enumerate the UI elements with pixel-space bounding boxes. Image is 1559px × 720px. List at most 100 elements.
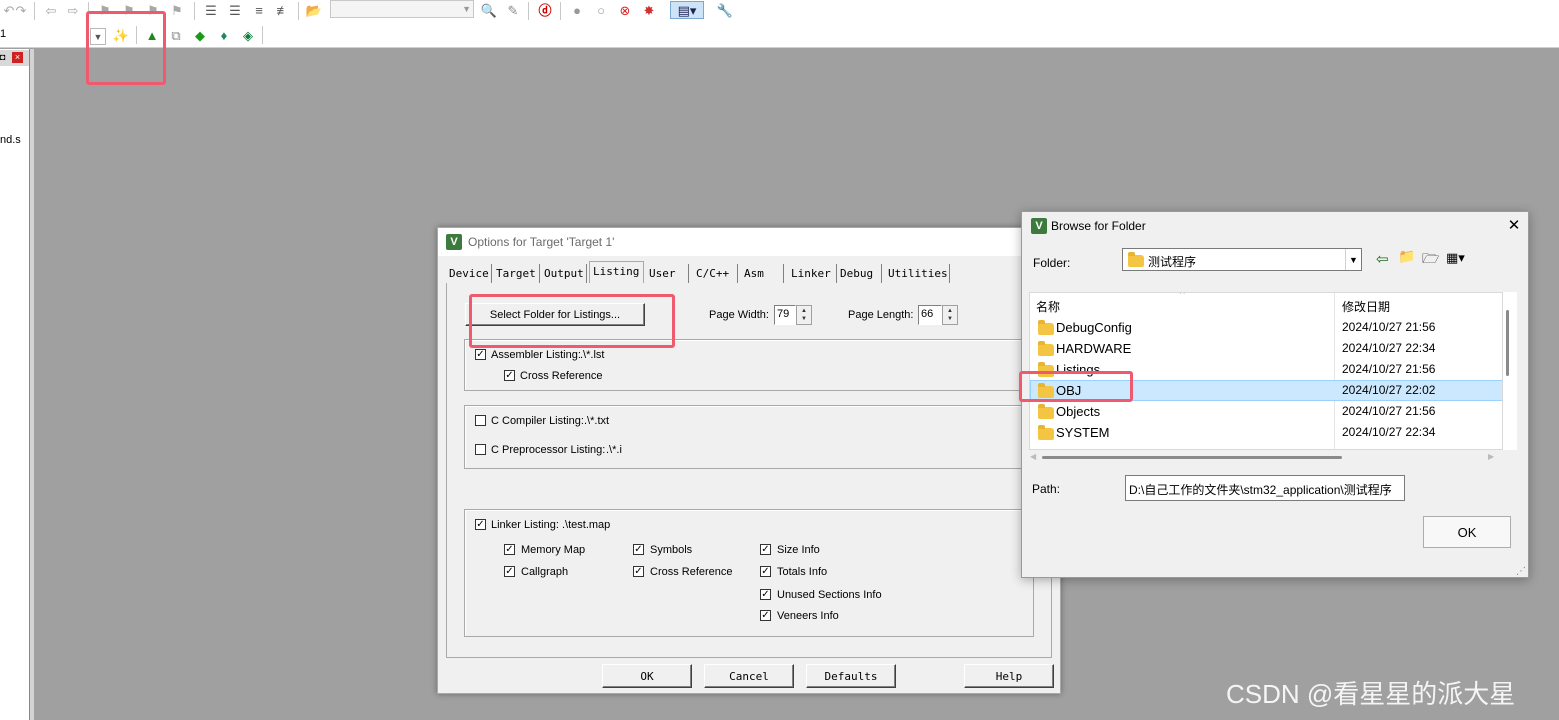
toolbar-separator: [194, 2, 195, 20]
unused-sections-info-checkbox[interactable]: ✓: [760, 589, 771, 600]
tab-output[interactable]: Output: [544, 264, 587, 283]
comment-icon[interactable]: ≡: [250, 1, 268, 19]
open-file-icon[interactable]: 📂: [305, 1, 323, 19]
manage-components-icon[interactable]: ◆: [191, 26, 209, 44]
find-combo[interactable]: ▼: [330, 0, 474, 18]
folder-list[interactable]: ^ 名称 修改日期 DebugConfig 2024/10/27 21:56 H…: [1029, 292, 1503, 450]
resize-grip-icon[interactable]: ⋰: [1516, 566, 1526, 577]
select-folder-for-listings-button[interactable]: Select Folder for Listings...: [465, 303, 645, 326]
tab-asm[interactable]: Asm: [744, 264, 784, 283]
uncomment-icon[interactable]: ≢: [274, 1, 292, 19]
tab-target[interactable]: Target: [496, 264, 540, 283]
bookmark-icon[interactable]: ⚑: [96, 1, 114, 19]
symbols-checkbox[interactable]: ✓: [633, 544, 644, 555]
list-item[interactable]: HARDWARE 2024/10/27 22:34: [1030, 338, 1502, 359]
redo-icon[interactable]: ↷: [12, 1, 30, 19]
forward-icon[interactable]: ⇨: [64, 1, 82, 19]
dialog-title-bar[interactable]: V Options for Target 'Target 1': [438, 228, 1060, 256]
list-item-selected[interactable]: OBJ 2024/10/27 22:02: [1030, 380, 1502, 401]
page-width-input[interactable]: 79: [774, 305, 796, 325]
list-item[interactable]: DebugConfig 2024/10/27 21:56: [1030, 317, 1502, 338]
list-item-date: 2024/10/27 21:56: [1342, 404, 1436, 418]
tab-c-cpp[interactable]: C/C++: [696, 264, 738, 283]
assembler-listing-checkbox[interactable]: ✓: [475, 349, 486, 360]
tab-linker[interactable]: Linker: [791, 264, 837, 283]
breakpoint-icon[interactable]: ●: [568, 1, 586, 19]
target-combo-value[interactable]: 1: [0, 28, 6, 40]
scroll-left-icon[interactable]: ◀: [1030, 452, 1036, 461]
tab-debug[interactable]: Debug: [840, 264, 882, 283]
memory-map-checkbox[interactable]: ✓: [504, 544, 515, 555]
indent-icon[interactable]: ☰: [202, 1, 220, 19]
tab-user[interactable]: User: [649, 264, 689, 283]
linker-listing-checkbox[interactable]: ✓: [475, 519, 486, 530]
list-item-date: 2024/10/27 22:34: [1342, 341, 1436, 355]
browse-for-folder-dialog: V Browse for Folder ✕ Folder: 测试程序 ▼ ⇦ 📁…: [1021, 211, 1529, 578]
list-item[interactable]: Listings 2024/10/27 21:56: [1030, 359, 1502, 380]
view-menu-icon[interactable]: ▦▾: [1446, 250, 1465, 266]
tab-utilities[interactable]: Utilities: [888, 264, 950, 283]
defaults-button[interactable]: Defaults: [806, 664, 896, 688]
close-icon[interactable]: ×: [12, 52, 23, 63]
breakpoint-disabled-icon[interactable]: ○: [592, 1, 610, 19]
linker-cross-reference-checkbox[interactable]: ✓: [633, 566, 644, 577]
tab-listing[interactable]: Listing: [589, 261, 644, 284]
incremental-find-icon[interactable]: ✎: [504, 1, 522, 19]
breakpoints-disable-all-icon[interactable]: ⊗: [616, 1, 634, 19]
pack-installer-icon[interactable]: ♦: [215, 26, 233, 44]
window-layout-icon[interactable]: ▤▾: [670, 1, 704, 19]
breakpoints-kill-all-icon[interactable]: ✸: [640, 1, 658, 19]
callgraph-checkbox[interactable]: ✓: [504, 566, 515, 577]
magic-wand-icon[interactable]: ✨: [112, 26, 130, 44]
toolbar-separator: [136, 26, 137, 44]
horizontal-scrollbar-thumb[interactable]: [1042, 456, 1342, 459]
page-length-input[interactable]: 66: [918, 305, 942, 325]
bookmark-clear-icon[interactable]: ⚑: [168, 1, 186, 19]
list-item[interactable]: SYSTEM 2024/10/27 22:34: [1030, 422, 1502, 443]
cancel-button[interactable]: Cancel: [704, 664, 794, 688]
page-length-spinner[interactable]: ▲ ▼: [942, 305, 958, 325]
splitter[interactable]: [30, 49, 34, 720]
up-folder-icon[interactable]: 📁: [1398, 248, 1416, 264]
ok-button[interactable]: OK: [602, 664, 692, 688]
page-width-spinner[interactable]: ▲ ▼: [796, 305, 812, 325]
size-info-checkbox[interactable]: ✓: [760, 544, 771, 555]
ok-button[interactable]: OK: [1423, 516, 1511, 548]
outdent-icon[interactable]: ☰: [226, 1, 244, 19]
c-compiler-listing-checkbox[interactable]: [475, 415, 486, 426]
pin-icon[interactable]: ◘: [0, 52, 8, 62]
scroll-right-icon[interactable]: ▶: [1488, 452, 1494, 461]
path-input[interactable]: D:\自己工作的文件夹\stm32_application\测试程序: [1125, 475, 1405, 501]
new-folder-icon[interactable]: 🗁: [1422, 248, 1440, 266]
settings-icon[interactable]: 🔧: [716, 1, 734, 19]
c-compiler-listing-value: .\*.txt: [584, 415, 610, 427]
bookmark-prev-icon[interactable]: ⚑: [120, 1, 138, 19]
folder-combo[interactable]: 测试程序: [1122, 248, 1362, 271]
list-item-name: OBJ: [1056, 383, 1082, 398]
tab-device[interactable]: Device: [449, 264, 492, 283]
column-name-header[interactable]: 名称: [1036, 298, 1060, 315]
back-icon[interactable]: ⇦: [1376, 250, 1389, 268]
find-in-files-icon[interactable]: 🔍: [480, 1, 498, 19]
options-for-target-dialog: V Options for Target 'Target 1' Device T…: [437, 227, 1061, 694]
scrollbar-thumb[interactable]: [1506, 310, 1509, 376]
target-options-icon[interactable]: ▲: [143, 26, 161, 44]
veneers-info-checkbox[interactable]: ✓: [760, 610, 771, 621]
chevron-down-icon[interactable]: ▼: [90, 28, 106, 45]
list-item-name: Listings: [1056, 362, 1101, 377]
totals-info-checkbox[interactable]: ✓: [760, 566, 771, 577]
select-packs-icon[interactable]: ◈: [239, 26, 257, 44]
folder-icon: [1038, 362, 1054, 377]
project-file-item[interactable]: nd.s: [0, 134, 21, 146]
debug-icon[interactable]: ⓓ: [536, 1, 554, 19]
file-extensions-icon[interactable]: ⧉: [167, 26, 185, 44]
help-button[interactable]: Help: [964, 664, 1054, 688]
asm-cross-reference-checkbox[interactable]: ✓: [504, 370, 515, 381]
c-preprocessor-listing-checkbox[interactable]: [475, 444, 486, 455]
back-icon[interactable]: ⇦: [42, 1, 60, 19]
bookmark-next-icon[interactable]: ⚑: [144, 1, 162, 19]
close-icon[interactable]: ✕: [1505, 216, 1523, 234]
chevron-down-icon[interactable]: ▼: [1345, 249, 1361, 270]
column-modified-header[interactable]: 修改日期: [1342, 298, 1390, 315]
list-item[interactable]: Objects 2024/10/27 21:56: [1030, 401, 1502, 422]
